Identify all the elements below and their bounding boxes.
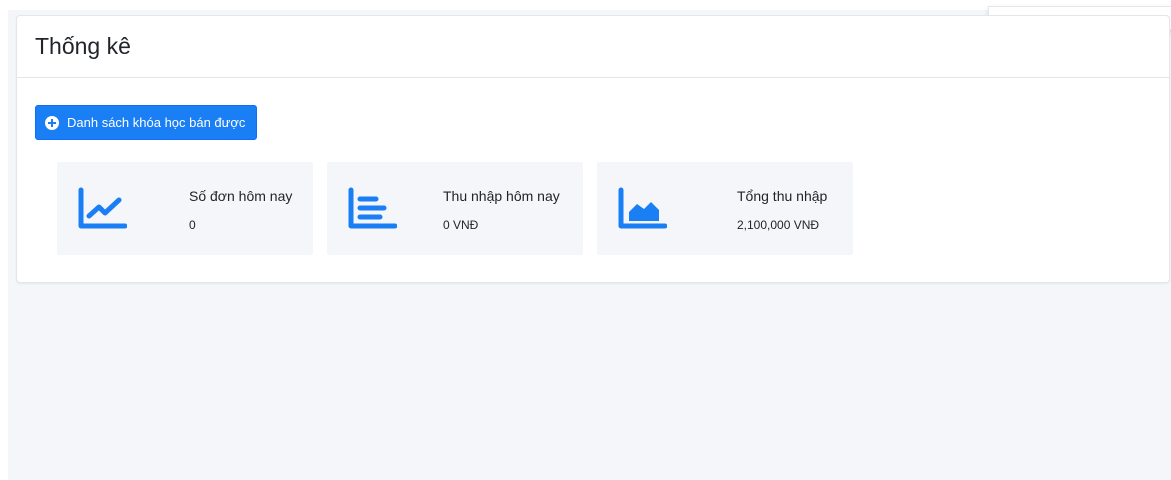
stat-value: 2,100,000 VNĐ [737,218,820,232]
stat-box-orders-today: Số đơn hôm nay 0 [57,162,313,255]
chart-line-icon [78,187,127,229]
page-background: Thống kê Danh sách khóa học bán được Số … [8,6,1171,480]
chart-bar-icon [348,187,397,229]
chart-area-icon [618,187,667,229]
card-header: Thống kê [17,16,1169,78]
stats-card: Thống kê Danh sách khóa học bán được Số … [16,15,1170,283]
stat-value: 0 VNĐ [443,218,479,232]
page-title: Thống kê [35,33,131,59]
sold-courses-button-label: Danh sách khóa học bán được [67,115,246,130]
stat-label: Số đơn hôm nay [189,188,293,204]
stat-value: 0 [189,218,196,232]
plus-circle-icon [45,115,59,130]
stat-label: Thu nhập hôm nay [443,188,560,204]
stat-box-total-income: Tổng thu nhập 2,100,000 VNĐ [597,162,853,255]
sold-courses-button[interactable]: Danh sách khóa học bán được [35,105,258,140]
stat-box-income-today: Thu nhập hôm nay 0 VNĐ [327,162,583,255]
stat-label: Tổng thu nhập [737,188,828,204]
